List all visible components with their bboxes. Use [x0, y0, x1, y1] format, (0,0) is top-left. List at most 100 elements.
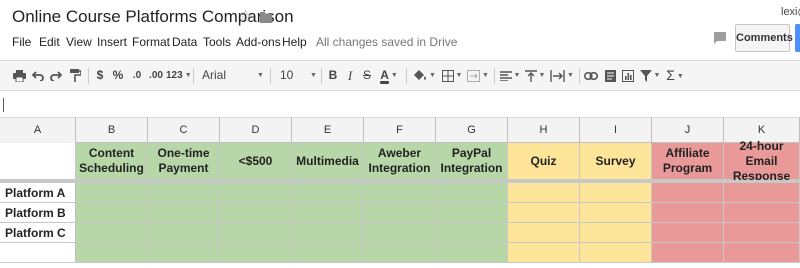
- data-cell[interactable]: [508, 223, 580, 243]
- vertical-align-button[interactable]: ▼: [524, 61, 546, 90]
- data-cell[interactable]: [364, 223, 436, 243]
- data-cell[interactable]: [724, 183, 800, 203]
- feature-header-cell[interactable]: Content Scheduling: [76, 143, 148, 180]
- data-cell[interactable]: [76, 183, 148, 203]
- data-cell[interactable]: [364, 203, 436, 223]
- data-cell[interactable]: [508, 183, 580, 203]
- data-cell[interactable]: [364, 243, 436, 263]
- folder-icon[interactable]: [260, 11, 272, 23]
- menu-insert[interactable]: Insert: [97, 35, 127, 49]
- functions-button[interactable]: Σ ▼: [664, 61, 686, 90]
- feature-header-cell[interactable]: <$500: [220, 143, 292, 180]
- data-cell[interactable]: [148, 183, 220, 203]
- data-cell[interactable]: [580, 223, 652, 243]
- data-cell[interactable]: [220, 243, 292, 263]
- feature-header-cell[interactable]: Aweber Integration: [364, 143, 436, 180]
- menu-file[interactable]: File: [12, 35, 31, 49]
- data-cell[interactable]: [652, 243, 724, 263]
- feature-header-cell[interactable]: Affiliate Program: [652, 143, 724, 180]
- share-button[interactable]: [795, 24, 800, 52]
- data-cell[interactable]: [508, 203, 580, 223]
- text-color-button[interactable]: A ▼: [378, 61, 400, 90]
- column-header-g[interactable]: G: [436, 118, 508, 143]
- data-cell[interactable]: [580, 243, 652, 263]
- feature-header-cell[interactable]: Multimedia: [292, 143, 364, 180]
- data-cell[interactable]: [436, 243, 508, 263]
- increase-decimals-button[interactable]: .00: [147, 61, 165, 90]
- menu-format[interactable]: Format: [132, 35, 170, 49]
- menu-tools[interactable]: Tools: [203, 35, 231, 49]
- feature-header-cell[interactable]: One-time Payment: [148, 143, 220, 180]
- column-header-e[interactable]: E: [292, 118, 364, 143]
- data-cell[interactable]: [220, 223, 292, 243]
- data-cell[interactable]: [436, 223, 508, 243]
- text-wrapping-button[interactable]: ▼: [549, 61, 575, 90]
- menu-data[interactable]: Data: [172, 35, 197, 49]
- insert-chart-icon[interactable]: [620, 61, 636, 90]
- data-cell[interactable]: [292, 243, 364, 263]
- data-cell[interactable]: [148, 203, 220, 223]
- paint-format-icon[interactable]: [67, 61, 83, 90]
- comments-button[interactable]: Comments: [735, 24, 793, 52]
- chat-icon[interactable]: [713, 31, 727, 45]
- data-cell[interactable]: [724, 243, 800, 263]
- column-header-h[interactable]: H: [508, 118, 580, 143]
- column-header-i[interactable]: I: [580, 118, 652, 143]
- column-header-f[interactable]: F: [364, 118, 436, 143]
- menu-help[interactable]: Help: [282, 35, 307, 49]
- number-format-dropdown[interactable]: 123 ▼: [166, 61, 192, 90]
- currency-format-button[interactable]: $: [94, 61, 106, 90]
- feature-header-cell[interactable]: 24-hour Email Response: [724, 139, 800, 183]
- platform-name-cell[interactable]: [0, 243, 76, 263]
- fill-color-button[interactable]: ▼: [411, 61, 437, 90]
- column-header-c[interactable]: C: [148, 118, 220, 143]
- platform-name-cell[interactable]: Platform A: [0, 183, 76, 203]
- merge-cells-button[interactable]: ▼: [466, 61, 490, 90]
- header-cell-empty[interactable]: [0, 143, 76, 180]
- feature-header-cell[interactable]: Quiz: [508, 143, 580, 180]
- decrease-decimals-button[interactable]: .0: [128, 61, 146, 90]
- data-cell[interactable]: [148, 243, 220, 263]
- feature-header-cell[interactable]: Survey: [580, 143, 652, 180]
- print-icon[interactable]: [10, 61, 28, 90]
- column-header-d[interactable]: D: [220, 118, 292, 143]
- data-cell[interactable]: [580, 203, 652, 223]
- data-cell[interactable]: [652, 223, 724, 243]
- data-cell[interactable]: [580, 183, 652, 203]
- platform-name-cell[interactable]: Platform C: [0, 223, 76, 243]
- undo-icon[interactable]: [30, 61, 46, 90]
- data-cell[interactable]: [148, 223, 220, 243]
- data-cell[interactable]: [292, 223, 364, 243]
- horizontal-align-button[interactable]: ▼: [499, 61, 521, 90]
- data-cell[interactable]: [436, 203, 508, 223]
- data-cell[interactable]: [76, 223, 148, 243]
- strikethrough-button[interactable]: S: [360, 61, 374, 90]
- data-cell[interactable]: [364, 183, 436, 203]
- column-header-b[interactable]: B: [76, 118, 148, 143]
- italic-button[interactable]: I: [343, 61, 357, 90]
- data-cell[interactable]: [292, 203, 364, 223]
- data-cell[interactable]: [292, 183, 364, 203]
- data-cell[interactable]: [220, 183, 292, 203]
- menu-view[interactable]: View: [66, 35, 92, 49]
- column-header-a[interactable]: A: [0, 118, 76, 143]
- data-cell[interactable]: [724, 223, 800, 243]
- insert-link-icon[interactable]: [582, 61, 600, 90]
- data-cell[interactable]: [652, 203, 724, 223]
- filter-button[interactable]: ▼: [638, 61, 662, 90]
- star-icon[interactable]: ☆: [238, 7, 253, 27]
- borders-button[interactable]: ▼: [440, 61, 464, 90]
- data-cell[interactable]: [76, 203, 148, 223]
- data-cell[interactable]: [652, 183, 724, 203]
- user-email[interactable]: lexi@: [781, 6, 800, 18]
- data-cell[interactable]: [220, 203, 292, 223]
- data-cell[interactable]: [436, 183, 508, 203]
- formula-bar[interactable]: [0, 92, 800, 118]
- platform-name-cell[interactable]: Platform B: [0, 203, 76, 223]
- feature-header-cell[interactable]: PayPal Integration: [436, 143, 508, 180]
- redo-icon[interactable]: [48, 61, 64, 90]
- font-size-dropdown[interactable]: 10 ▼: [276, 61, 317, 90]
- data-cell[interactable]: [76, 243, 148, 263]
- bold-button[interactable]: B: [326, 61, 340, 90]
- data-cell[interactable]: [724, 203, 800, 223]
